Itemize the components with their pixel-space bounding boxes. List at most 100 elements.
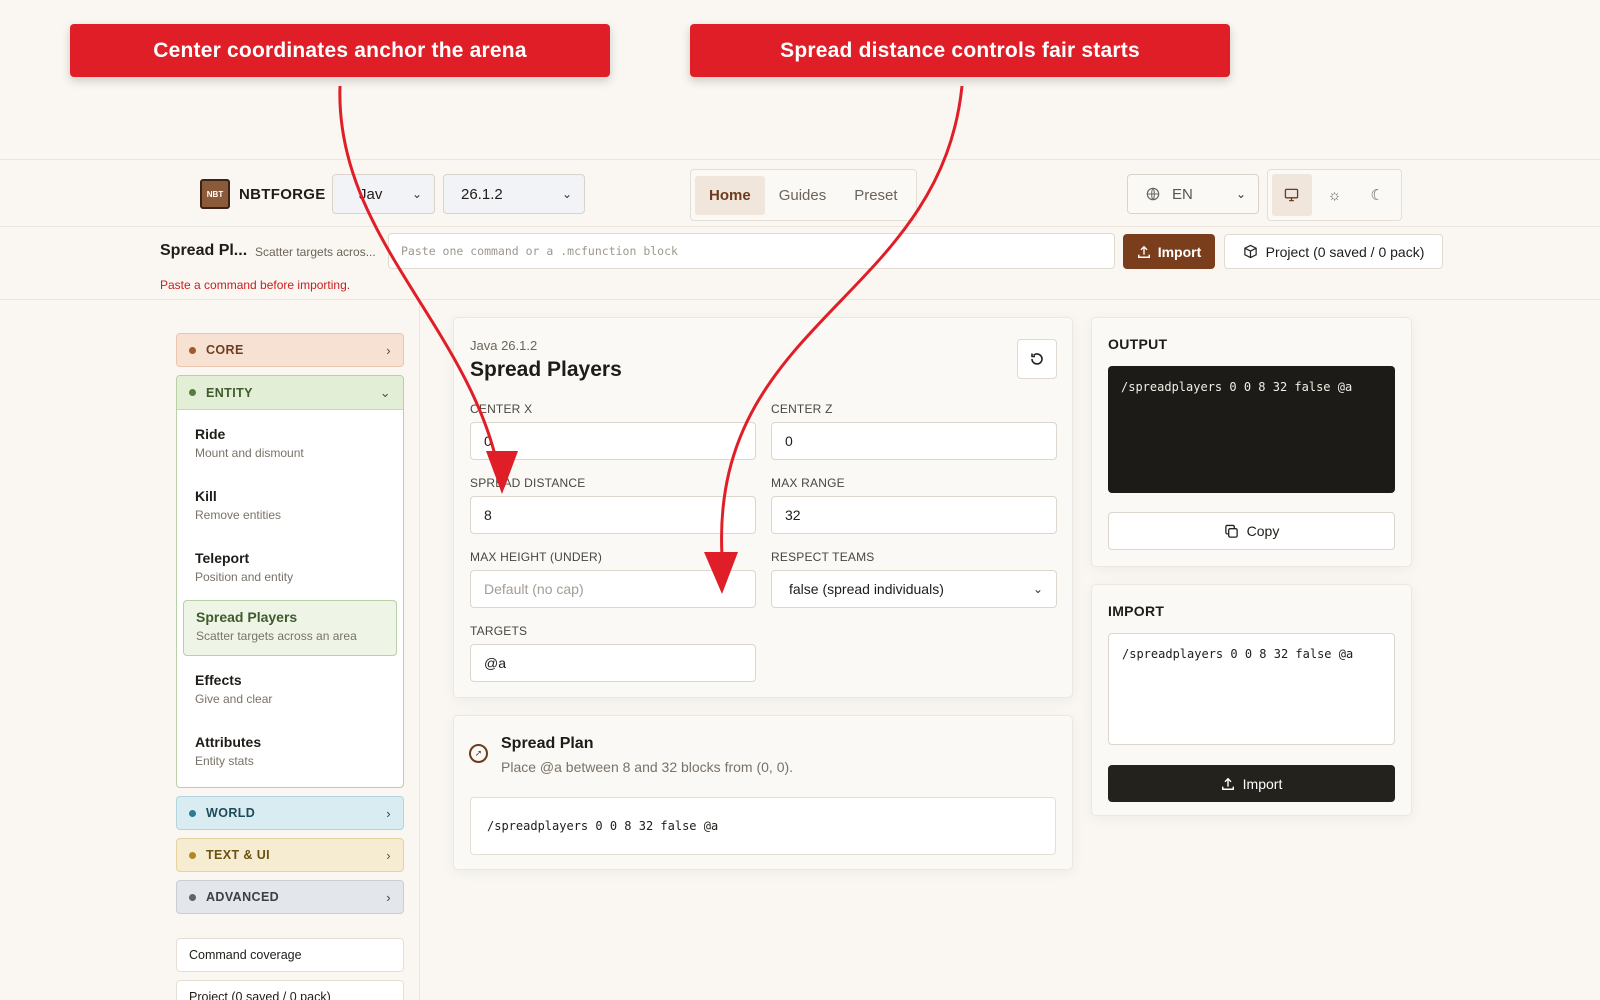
max-range-label: MAX RANGE — [771, 476, 845, 490]
sidebar-item-desc: Scatter targets across an area — [196, 629, 357, 643]
command-coverage-link[interactable]: Command coverage — [176, 938, 404, 972]
category-label: TEXT & UI — [206, 848, 271, 862]
sidebar-item-desc: Mount and dismount — [195, 446, 304, 460]
tab-preset[interactable]: Preset — [840, 176, 911, 215]
category-dot — [189, 346, 196, 354]
tab-guides[interactable]: Guides — [765, 176, 841, 215]
sidebar-item-title: Spread Players — [196, 609, 298, 625]
spread-distance-input[interactable]: 8 — [470, 496, 756, 534]
category-entity[interactable]: ENTITY ⌄ — [177, 376, 403, 410]
chevron-right-icon: › — [386, 342, 391, 358]
targets-input[interactable]: @a — [470, 644, 756, 682]
monitor-icon[interactable] — [1272, 174, 1312, 216]
brand-name: NBTFORGE — [239, 185, 326, 203]
category-core[interactable]: CORE › — [176, 333, 404, 367]
sidebar-item-title: Teleport — [195, 550, 250, 566]
sun-icon[interactable]: ☼ — [1315, 174, 1355, 216]
top-navigation: NBT NBTFORGE Jav ⌄ 26.1.2 ⌄ Home Guides … — [0, 159, 1600, 227]
package-icon — [1243, 244, 1257, 259]
import-title: IMPORT — [1108, 603, 1165, 619]
chevron-down-icon: ⌄ — [411, 187, 422, 201]
upload-icon — [1137, 245, 1150, 258]
chevron-right-icon: › — [386, 889, 391, 905]
project-button[interactable]: Project (0 saved / 0 pack) — [1224, 234, 1443, 269]
import-panel-button-label: Import — [1242, 775, 1283, 792]
command-title: Spread Pl... — [160, 242, 248, 259]
brand[interactable]: NBT NBTFORGE — [200, 179, 326, 209]
chevron-right-icon: › — [386, 805, 391, 821]
max-height-label: MAX HEIGHT (UNDER) — [470, 550, 603, 564]
sidebar-item-title: Attributes — [195, 734, 262, 750]
category-dot — [189, 893, 196, 901]
command-paste-input[interactable]: Paste one command or a .mcfunction block — [388, 233, 1115, 269]
import-panel-button[interactable]: Import — [1108, 765, 1395, 802]
import-button[interactable]: Import — [1123, 234, 1215, 269]
tab-home[interactable]: Home — [695, 175, 765, 215]
category-label: ADVANCED — [206, 890, 280, 904]
chevron-down-icon: ⌄ — [561, 187, 572, 201]
brand-logo: NBT — [200, 179, 230, 209]
edition-select-value: Jav — [359, 185, 383, 203]
import-panel: IMPORT /spreadplayers 0 0 8 32 false @a … — [1091, 584, 1412, 816]
callout-spread-distance: Spread distance controls fair starts — [690, 24, 1230, 77]
callout-center-coordinates: Center coordinates anchor the arena — [70, 24, 610, 77]
language-select[interactable]: EN ⌄ — [1127, 174, 1259, 214]
sidebar-item-spread-players[interactable]: Spread Players Scatter targets across an… — [183, 600, 397, 656]
chevron-down-icon: ⌄ — [1235, 187, 1246, 201]
globe-icon — [1146, 187, 1160, 201]
respect-teams-label: RESPECT TEAMS — [771, 550, 875, 564]
category-advanced[interactable]: ADVANCED › — [176, 880, 404, 914]
theme-switcher: ☼ ☾ — [1267, 169, 1402, 221]
sidebar-item-effects[interactable]: Effects Give and clear — [183, 664, 397, 720]
center-z-input[interactable]: 0 — [771, 422, 1057, 460]
edition-label: Java 26.1.2 — [470, 338, 538, 353]
respect-teams-select[interactable]: false (spread individuals) ⌄ — [771, 570, 1057, 608]
sidebar-item-teleport[interactable]: Teleport Position and entity — [183, 542, 397, 598]
respect-teams-value: false (spread individuals) — [789, 581, 944, 597]
targets-label: TARGETS — [470, 624, 528, 638]
moon-icon[interactable]: ☾ — [1357, 174, 1397, 216]
sidebar: CORE › ENTITY ⌄ Ride Mount and dismount … — [0, 300, 420, 1000]
upload-icon — [1221, 777, 1234, 790]
output-panel: OUTPUT /spreadplayers 0 0 8 32 false @a … — [1091, 317, 1412, 567]
category-dot — [189, 389, 196, 396]
import-button-label: Import — [1157, 243, 1202, 260]
compass-icon: ➚ — [469, 744, 488, 763]
center-x-label: CENTER X — [470, 402, 533, 416]
center-x-input[interactable]: 0 — [470, 422, 756, 460]
spread-plan-card: ➚ Spread Plan Place @a between 8 and 32 … — [453, 715, 1073, 870]
command-bar: Spread Pl... Scatter targets acros... Pa… — [0, 227, 1600, 300]
sidebar-item-title: Kill — [195, 488, 217, 504]
copy-button-label: Copy — [1246, 523, 1280, 539]
spread-players-editor: Java 26.1.2 Spread Players CENTER X 0 CE… — [453, 317, 1073, 698]
page-title: Spread Players — [470, 358, 622, 381]
sidebar-item-ride[interactable]: Ride Mount and dismount — [183, 418, 397, 474]
reset-button[interactable] — [1017, 339, 1057, 379]
output-title: OUTPUT — [1108, 336, 1168, 352]
edition-select[interactable]: Jav ⌄ — [332, 174, 435, 214]
version-select[interactable]: 26.1.2 ⌄ — [443, 174, 585, 214]
sidebar-item-attributes[interactable]: Attributes Entity stats — [183, 726, 397, 782]
plan-title: Spread Plan — [501, 735, 594, 752]
version-select-value: 26.1.2 — [461, 185, 503, 203]
entity-group: ENTITY ⌄ Ride Mount and dismount Kill Re… — [176, 375, 404, 788]
import-textarea[interactable]: /spreadplayers 0 0 8 32 false @a — [1108, 633, 1395, 745]
output-command: /spreadplayers 0 0 8 32 false @a — [1108, 366, 1395, 493]
chevron-right-icon: › — [386, 847, 391, 863]
chevron-down-icon: ⌄ — [1032, 582, 1043, 596]
nav-tabs: Home Guides Preset — [690, 169, 917, 221]
project-link[interactable]: Project (0 saved / 0 pack) — [176, 980, 404, 1000]
sidebar-item-title: Ride — [195, 426, 226, 442]
copy-button[interactable]: Copy — [1108, 512, 1395, 550]
reset-icon — [1031, 353, 1043, 365]
sidebar-item-desc: Give and clear — [195, 692, 273, 706]
category-world[interactable]: WORLD › — [176, 796, 404, 830]
sidebar-item-kill[interactable]: Kill Remove entities — [183, 480, 397, 536]
category-text-ui[interactable]: TEXT & UI › — [176, 838, 404, 872]
max-range-input[interactable]: 32 — [771, 496, 1057, 534]
max-height-input[interactable]: Default (no cap) — [470, 570, 756, 608]
plan-description: Place @a between 8 and 32 blocks from (0… — [501, 759, 794, 775]
import-error-message: Paste a command before importing. — [160, 278, 351, 292]
category-label: ENTITY — [206, 385, 253, 400]
project-button-label: Project (0 saved / 0 pack) — [1265, 243, 1425, 260]
